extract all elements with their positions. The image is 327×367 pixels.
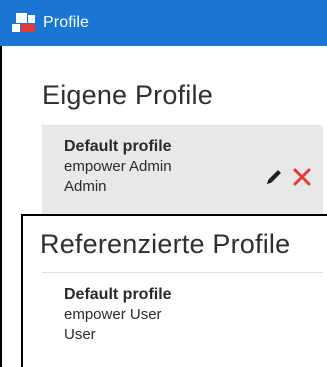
profiles-panel: Eigene Profile Default profile empower A…: [0, 46, 327, 367]
referenced-profiles-heading: Referenzierte Profile: [40, 229, 291, 259]
profile-app-icon: [11, 11, 37, 35]
profile-window: Profile Eigene Profile Default profile e…: [0, 0, 327, 367]
profile-name: Default profile: [64, 286, 172, 303]
own-profiles-heading: Eigene Profile: [42, 80, 213, 110]
pencil-icon[interactable]: [263, 166, 285, 188]
window-title: Profile: [43, 14, 90, 31]
profile-role: User: [64, 326, 96, 343]
title-bar: Profile: [0, 0, 327, 46]
close-icon[interactable]: [291, 166, 313, 188]
profile-name: Default profile: [64, 138, 172, 155]
profile-actions: [263, 166, 313, 188]
referenced-profile-item[interactable]: Default profile empower User User: [42, 273, 325, 345]
profile-user: empower User: [64, 306, 162, 323]
referenced-profiles-section: Referenzierte Profile Default profile em…: [21, 214, 327, 367]
